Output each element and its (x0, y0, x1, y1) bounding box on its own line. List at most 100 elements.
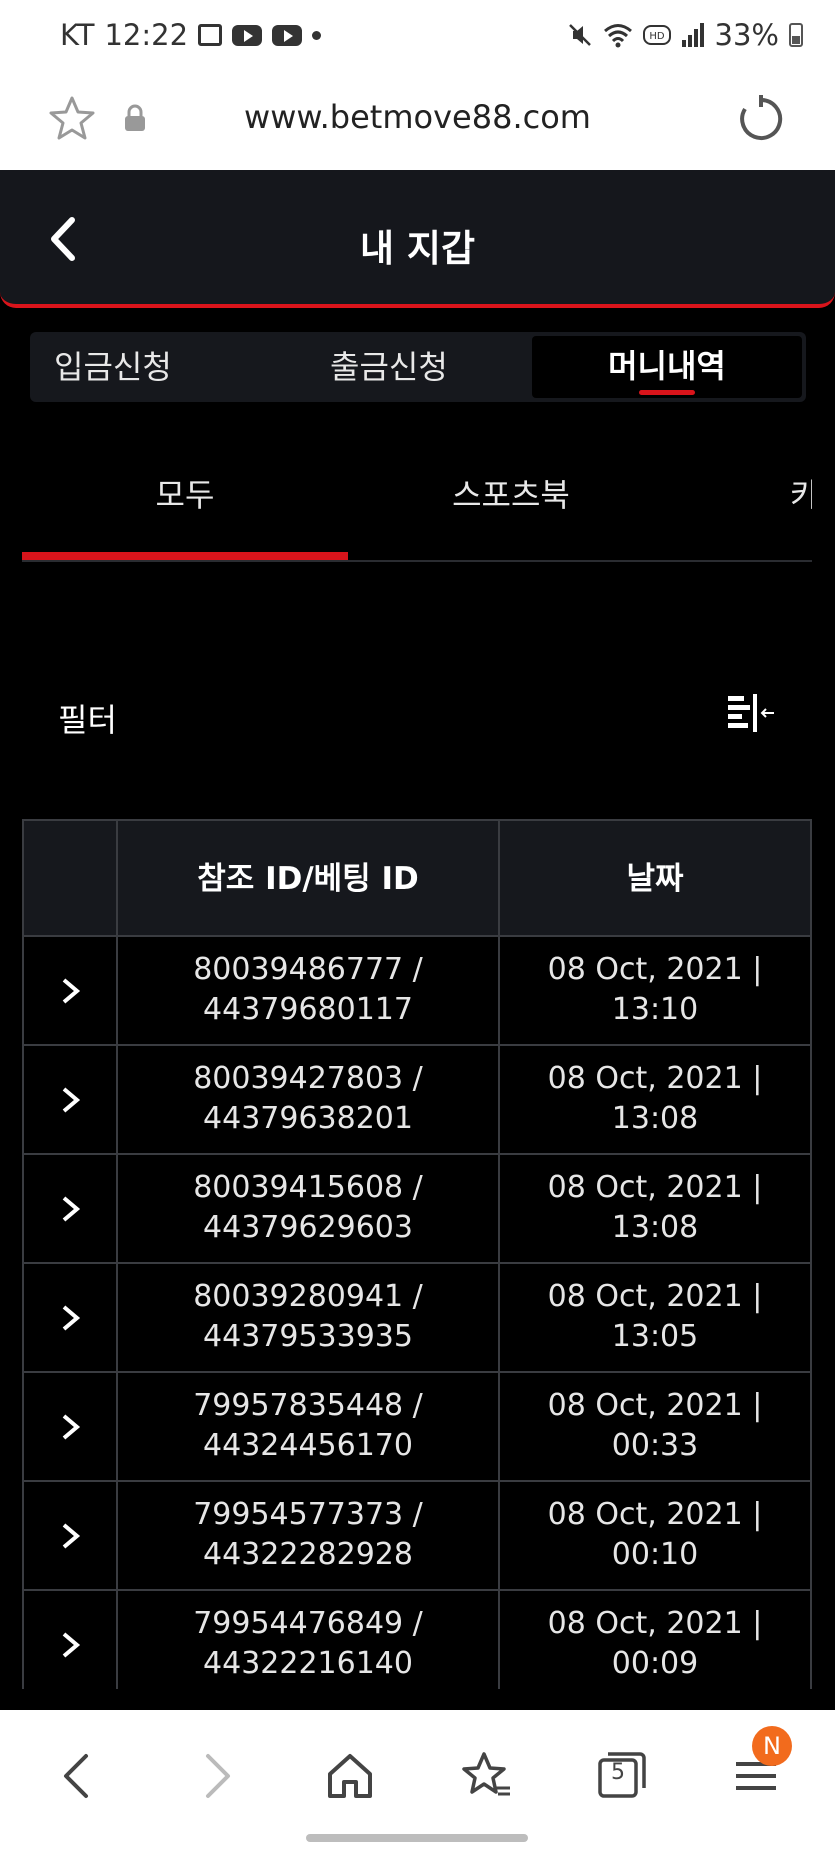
filter-toggle-icon[interactable] (726, 692, 776, 736)
bet-id: 44379680117 (203, 992, 413, 1027)
time-text: 13:05 (611, 1319, 699, 1354)
bookmarks-icon[interactable] (456, 1746, 516, 1806)
reference-id: 80039280941 / (193, 1279, 423, 1314)
category-tabs: 모두 스포츠북 카 (22, 450, 812, 562)
chevron-right-icon[interactable] (60, 1086, 82, 1114)
reference-id: 80039486777 / (193, 952, 423, 987)
tabs-button[interactable]: 5 (592, 1746, 652, 1806)
bet-id: 44324456170 (203, 1428, 413, 1463)
table-header: 참조 ID/베팅 ID 날짜 (24, 819, 810, 937)
menu-notification-badge: N (752, 1726, 792, 1766)
hd-icon: HD (642, 25, 671, 45)
chevron-right-icon[interactable] (60, 1195, 82, 1223)
date-text: 08 Oct, 2021 | (547, 952, 763, 987)
expand-cell[interactable] (24, 1373, 118, 1480)
battery-icon (789, 23, 803, 47)
page-title: 내 지갑 (359, 227, 475, 270)
reference-cell: 80039280941 / 44379533935 (118, 1264, 500, 1371)
reference-id: 79957835448 / (193, 1388, 423, 1423)
filter-label: 필터 (58, 701, 117, 739)
tab-count: 5 (611, 1760, 625, 1785)
date-cell: 08 Oct, 2021 | 13:08 (500, 1155, 810, 1262)
chevron-right-icon[interactable] (60, 1413, 82, 1441)
tab-money-history-label: 머니내역 (608, 347, 726, 385)
reference-cell: 80039427803 / 44379638201 (118, 1046, 500, 1153)
active-subtab-indicator (22, 552, 348, 560)
expand-cell[interactable] (24, 1591, 118, 1689)
date-text: 08 Oct, 2021 | (547, 1061, 763, 1096)
battery-percent: 33% (714, 18, 779, 52)
tab-deposit[interactable]: 입금신청 (54, 332, 172, 402)
table-row[interactable]: 79954476849 /44322216140 08 Oct, 2021 | 0… (24, 1591, 810, 1689)
youtube-icon (232, 24, 263, 46)
chevron-right-icon[interactable] (60, 1304, 82, 1332)
page: KT 12:22 HD 33% www.betmove88.com 내 지갑 입… (0, 0, 835, 1856)
browser-url-bar: www.betmove88.com (0, 74, 835, 170)
column-header-expand (24, 821, 118, 937)
date-cell: 08 Oct, 2021 | 13:10 (500, 937, 810, 1044)
chevron-right-icon[interactable] (60, 977, 82, 1005)
wifi-icon (603, 24, 632, 48)
status-bar: KT 12:22 HD 33% (0, 0, 835, 74)
expand-cell[interactable] (24, 1155, 118, 1262)
table-row[interactable]: 80039415608 / 44379629603 08 Oct, 2021 | 1… (24, 1155, 810, 1264)
tab-all[interactable]: 모두 (22, 470, 348, 516)
table-row[interactable]: 80039280941 / 44379533935 08 Oct, 2021 | 1… (24, 1264, 810, 1373)
transactions-table: 참조 ID/베팅 ID 날짜 80039486777 / 44379680117 … (22, 819, 812, 1689)
signal-icon (681, 23, 704, 47)
browser-back-icon[interactable] (48, 1746, 108, 1806)
gallery-icon (198, 24, 223, 46)
date-text: 08 Oct, 2021 | (547, 1388, 763, 1423)
table-row[interactable]: 80039427803 / 44379638201 08 Oct, 2021 | 1… (24, 1046, 810, 1155)
reference-cell: 80039486777 / 44379680117 (118, 937, 500, 1044)
reference-cell: 80039415608 / 44379629603 (118, 1155, 500, 1262)
reference-id: 79954577373 / (193, 1497, 423, 1532)
url-text[interactable]: www.betmove88.com (0, 98, 835, 136)
reference-cell: 79954577373 / 44322282928 (118, 1482, 500, 1589)
tab-casino[interactable]: 카 (790, 470, 812, 516)
expand-cell[interactable] (24, 1046, 118, 1153)
column-header-reference: 참조 ID/베팅 ID (118, 821, 500, 937)
bet-id: 44379629603 (203, 1210, 413, 1245)
svg-text:HD: HD (649, 31, 665, 42)
reference-cell: 79954476849 / 44322216140 (118, 1591, 500, 1689)
home-indicator-bar[interactable] (306, 1834, 528, 1842)
reload-icon[interactable] (736, 94, 786, 144)
time-text: 00:10 (611, 1537, 699, 1572)
expand-cell[interactable] (24, 1264, 118, 1371)
expand-cell[interactable] (24, 1482, 118, 1589)
chevron-right-icon[interactable] (60, 1522, 82, 1550)
dot-icon (312, 30, 322, 40)
date-cell: 08 Oct, 2021 | 00:10 (500, 1482, 810, 1589)
clock: 12:22 (104, 18, 189, 52)
bet-id: 44379638201 (203, 1101, 413, 1136)
date-cell: 08 Oct, 2021 | 13:05 (500, 1264, 810, 1371)
table-row[interactable]: 80039486777 / 44379680117 08 Oct, 2021 | 1… (24, 937, 810, 1046)
time-text: 13:10 (611, 992, 699, 1027)
reference-id: 80039427803 / (193, 1061, 423, 1096)
reference-id: 79954476849 / (193, 1606, 423, 1641)
bet-id: 44322216140 (203, 1646, 413, 1681)
active-tab-indicator (639, 390, 695, 395)
table-row[interactable]: 79957835448 /44324456170 08 Oct, 2021 | 0… (24, 1373, 810, 1482)
date-text: 08 Oct, 2021 | (547, 1170, 763, 1205)
mute-icon (568, 24, 591, 46)
date-text: 08 Oct, 2021 | (547, 1497, 763, 1532)
reference-cell: 79957835448 / 44324456170 (118, 1373, 500, 1480)
time-text: 00:09 (611, 1646, 699, 1681)
tab-sportsbook[interactable]: 스포츠북 (348, 470, 674, 516)
bet-id: 44322282928 (203, 1537, 413, 1572)
table-row[interactable]: 79954577373 /44322282928 08 Oct, 2021 | 0… (24, 1482, 810, 1591)
bet-id: 44379533935 (203, 1319, 413, 1354)
tab-withdraw[interactable]: 출금신청 (330, 332, 448, 402)
home-icon[interactable] (320, 1746, 380, 1806)
date-cell: 08 Oct, 2021 | 13:08 (500, 1046, 810, 1153)
expand-cell[interactable] (24, 937, 118, 1044)
column-header-date: 날짜 (626, 861, 684, 897)
date-text: 08 Oct, 2021 | (547, 1279, 763, 1314)
youtube-icon (272, 24, 303, 46)
tab-money-history[interactable]: 머니내역 (532, 336, 802, 398)
browser-forward-icon[interactable] (186, 1746, 246, 1806)
chevron-right-icon[interactable] (60, 1631, 82, 1659)
wallet-header: 내 지갑 (0, 170, 835, 308)
